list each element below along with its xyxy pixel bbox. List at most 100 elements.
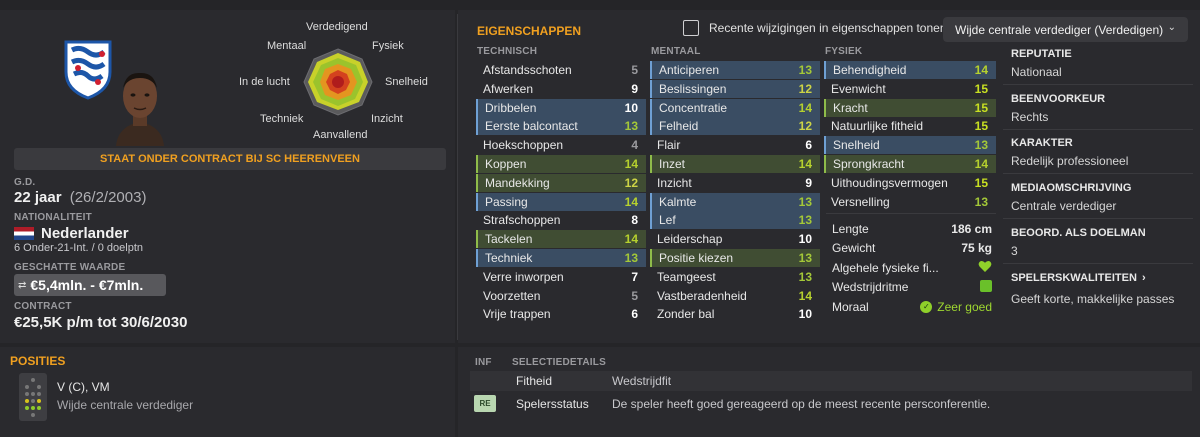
attribute-name: Mandekking xyxy=(485,175,550,190)
attribute-value: 12 xyxy=(798,119,812,134)
checkbox[interactable] xyxy=(683,20,699,36)
attribute-value: 14 xyxy=(798,157,812,171)
attribute-row[interactable]: Kracht 15 xyxy=(824,98,996,117)
role-select[interactable]: Wijde centrale verdediger (Verdedigen) ⌄ xyxy=(943,17,1188,42)
attribute-row[interactable]: Zonder bal 10 xyxy=(650,305,820,323)
foot: Rechts xyxy=(1011,110,1049,124)
attribute-value: 8 xyxy=(631,213,638,228)
character-title: KARAKTER xyxy=(1011,137,1073,149)
attribute-row[interactable]: Sprongkracht 14 xyxy=(824,155,996,173)
positions-title: POSITIES xyxy=(10,354,66,368)
attribute-value: 14 xyxy=(624,232,638,247)
positions-role: Wijde centrale verdediger xyxy=(57,398,194,412)
attribute-row[interactable]: Snelheid 13 xyxy=(824,136,996,155)
attribute-row[interactable]: Vrije trappen 6 xyxy=(476,305,646,323)
attribute-value: 13 xyxy=(624,119,638,134)
inf-header: INF xyxy=(475,357,492,368)
attribute-name: Strafschoppen xyxy=(483,213,561,228)
attribute-name: Hoekschoppen xyxy=(483,138,564,153)
attribute-name: Versnelling xyxy=(831,194,890,209)
radar-label-aanvallend: Aanvallend xyxy=(313,129,368,141)
physical-info-label: Algehele fysieke fi... xyxy=(832,260,939,275)
attribute-row[interactable]: Vastberadenheid 14 xyxy=(650,287,820,305)
attribute-row[interactable]: Positie kiezen 13 xyxy=(650,249,820,267)
attribute-row[interactable]: Behendigheid 14 xyxy=(824,61,996,79)
attribute-row[interactable]: Concentratie 14 xyxy=(650,98,820,117)
attribute-row[interactable]: Strafschoppen 8 xyxy=(476,211,646,229)
attribute-row[interactable]: Afstandsschoten 5 xyxy=(476,61,646,79)
attribute-row[interactable]: Natuurlijke fitheid 15 xyxy=(824,117,996,135)
attribute-value: 9 xyxy=(631,81,638,96)
attribute-row[interactable]: Felheid 12 xyxy=(650,117,820,136)
attribute-name: Felheid xyxy=(659,119,699,134)
fitness-label: Fitheid xyxy=(516,374,553,388)
player-status-value: De speler heeft goed gereageerd op de me… xyxy=(612,397,991,411)
attribute-row[interactable]: Techniek 13 xyxy=(476,249,646,267)
contract-banner: STAAT ONDER CONTRACT BIJ SC HEERENVEEN xyxy=(14,148,446,170)
morale-indicator: ✓ Zeer goed xyxy=(920,300,992,314)
value-chip[interactable]: ⇄ €5,4mln. - €7mln. xyxy=(14,274,166,296)
attribute-name: Snelheid xyxy=(833,138,880,153)
attribute-row[interactable]: Anticiperen 13 xyxy=(650,61,820,79)
physical-info-label: Moraal xyxy=(832,299,869,314)
attribute-row[interactable]: Beslissingen 12 xyxy=(650,79,820,98)
age: 22 jaar xyxy=(14,189,62,206)
netherlands-flag-icon xyxy=(14,227,34,240)
attribute-value: 10 xyxy=(798,307,812,322)
caps: 6 Onder-21-Int. / 0 doelptn xyxy=(14,242,144,254)
club-logo xyxy=(62,38,114,100)
attribute-value: 14 xyxy=(624,194,638,209)
attribute-row[interactable]: Inzet 14 xyxy=(650,155,820,173)
attribute-row[interactable]: Mandekking 12 xyxy=(476,173,646,192)
value: €5,4mln. - €7mln. xyxy=(30,277,144,293)
attribute-name: Anticiperen xyxy=(659,63,720,77)
attribute-row[interactable]: Flair 6 xyxy=(650,136,820,154)
attribute-row[interactable]: Kalmte 13 xyxy=(650,192,820,211)
attribute-row[interactable]: Leiderschap 10 xyxy=(650,230,820,248)
value-label: GESCHATTE WAARDE xyxy=(14,262,126,273)
mental-header: MENTAAL xyxy=(651,46,701,57)
attribute-row[interactable]: Evenwicht 15 xyxy=(824,80,996,98)
traits: Geeft korte, makkelijke passes xyxy=(1011,292,1175,306)
attribute-value: 13 xyxy=(974,138,988,153)
attribute-name: Natuurlijke fitheid xyxy=(831,119,924,134)
attribute-value: 13 xyxy=(798,251,812,265)
attribute-value: 6 xyxy=(631,307,638,322)
dob: (26/2/2003) xyxy=(69,189,147,206)
radar-label-snelheid: Snelheid xyxy=(385,76,428,88)
morale-value: Zeer goed xyxy=(937,299,992,314)
attribute-name: Kalmte xyxy=(659,194,697,209)
attribute-row[interactable]: Uithoudingsvermogen 15 xyxy=(824,174,996,192)
attribute-row[interactable]: Voorzetten 5 xyxy=(476,287,646,305)
rc-divider xyxy=(1003,84,1193,85)
attribute-name: Dribbelen xyxy=(485,100,537,115)
attribute-row[interactable]: Tackelen 14 xyxy=(476,230,646,249)
reputation: Nationaal xyxy=(1011,65,1062,79)
nationality: Nederlander xyxy=(41,225,129,242)
media-title: MEDIAOMSCHRIJVING xyxy=(1011,182,1132,194)
attribute-row[interactable]: Dribbelen 10 xyxy=(476,98,646,117)
attribute-name: Concentratie xyxy=(659,100,728,115)
club-logo-svg xyxy=(64,40,112,100)
attribute-value: 4 xyxy=(631,138,638,153)
attribute-value: 14 xyxy=(798,288,812,303)
attribute-row[interactable]: Passing 14 xyxy=(476,192,646,211)
attribute-row[interactable]: Versnelling 13 xyxy=(824,193,996,211)
attribute-row[interactable]: Afwerken 9 xyxy=(476,80,646,98)
attribute-row[interactable]: Koppen 14 xyxy=(476,155,646,173)
recent-changes-toggle[interactable]: Recente wijzigingen in eigenschappen ton… xyxy=(683,20,947,36)
attribute-name: Behendigheid xyxy=(833,63,907,77)
attribute-name: Vrije trappen xyxy=(483,307,551,322)
attribute-row[interactable]: Teamgeest 13 xyxy=(650,268,820,286)
attribute-value: 5 xyxy=(631,63,638,77)
attribute-name: Tackelen xyxy=(485,232,533,247)
traits-title-link[interactable]: SPELERSKWALITEITEN › xyxy=(1011,272,1146,284)
attribute-row[interactable]: Lef 13 xyxy=(650,211,820,230)
attribute-row[interactable]: Eerste balcontact 13 xyxy=(476,117,646,136)
selection-row-fitness xyxy=(470,371,1192,391)
attribute-row[interactable]: Hoekschoppen 4 xyxy=(476,136,646,154)
attribute-row[interactable]: Verre inworpen 7 xyxy=(476,268,646,286)
gk: 3 xyxy=(1011,244,1018,258)
attribute-value: 14 xyxy=(798,100,812,115)
attribute-row[interactable]: Inzicht 9 xyxy=(650,174,820,192)
